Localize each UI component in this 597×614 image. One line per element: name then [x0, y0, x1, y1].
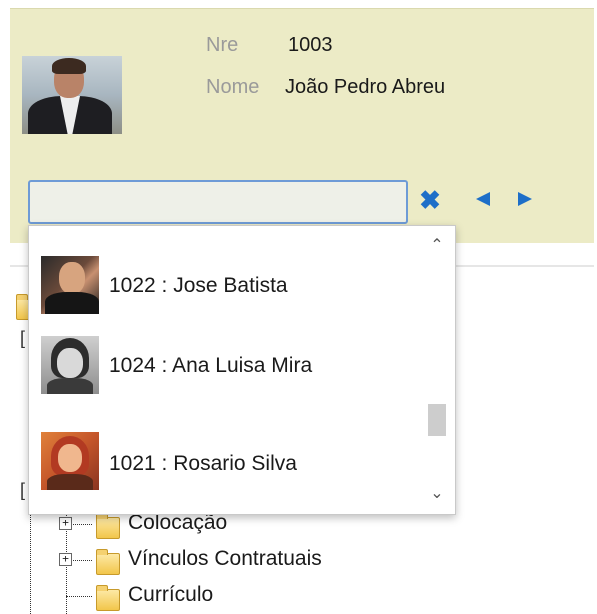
nre-value: 1003 [288, 34, 333, 56]
dropdown-scrollbar[interactable]: ⌃ ⌄ [419, 226, 455, 514]
expand-colocacao-button[interactable]: + [59, 517, 72, 530]
previous-employee-button[interactable] [476, 192, 490, 206]
expand-vinculos-button[interactable]: + [59, 553, 72, 566]
search-suggestions-dropdown: 1022 : Jose Batista 1024 : Ana Luisa Mir… [28, 225, 456, 515]
scrollbar-thumb[interactable] [428, 404, 446, 436]
suggestion-label: 1022 : Jose Batista [109, 274, 288, 297]
scroll-up-icon[interactable]: ⌃ [427, 236, 447, 256]
suggestion-item[interactable]: 1022 : Jose Batista [39, 256, 419, 316]
folder-icon [96, 585, 120, 611]
tree-expander-partial[interactable]: [ [20, 328, 25, 349]
nre-label: Nre [206, 34, 239, 56]
employee-search-input[interactable] [28, 180, 408, 224]
suggestion-item[interactable]: 1021 : Rosario Silva [39, 432, 419, 492]
avatar [41, 256, 99, 314]
name-label: Nome [206, 76, 260, 98]
avatar [41, 432, 99, 490]
suggestion-label: 1024 : Ana Luisa Mira [109, 354, 313, 377]
name-value: João Pedro Abreu [285, 76, 446, 98]
avatar [41, 336, 99, 394]
folder-icon [96, 549, 120, 575]
tree-item-vinculos-contratuais[interactable]: Vínculos Contratuais [128, 547, 322, 571]
tree-expander-partial[interactable]: [ [20, 480, 25, 501]
tree-connector [66, 596, 92, 597]
employee-photo [22, 56, 122, 134]
suggestion-item[interactable]: 1024 : Ana Luisa Mira [39, 336, 419, 396]
close-x-icon: ✖ [419, 185, 441, 215]
clear-search-button[interactable]: ✖ [418, 185, 442, 215]
scroll-down-icon[interactable]: ⌄ [427, 484, 447, 504]
tree-item-curriculo[interactable]: Currículo [128, 583, 213, 607]
next-employee-button[interactable] [518, 192, 532, 206]
folder-icon [96, 513, 120, 539]
suggestion-label: 1021 : Rosario Silva [109, 452, 297, 475]
